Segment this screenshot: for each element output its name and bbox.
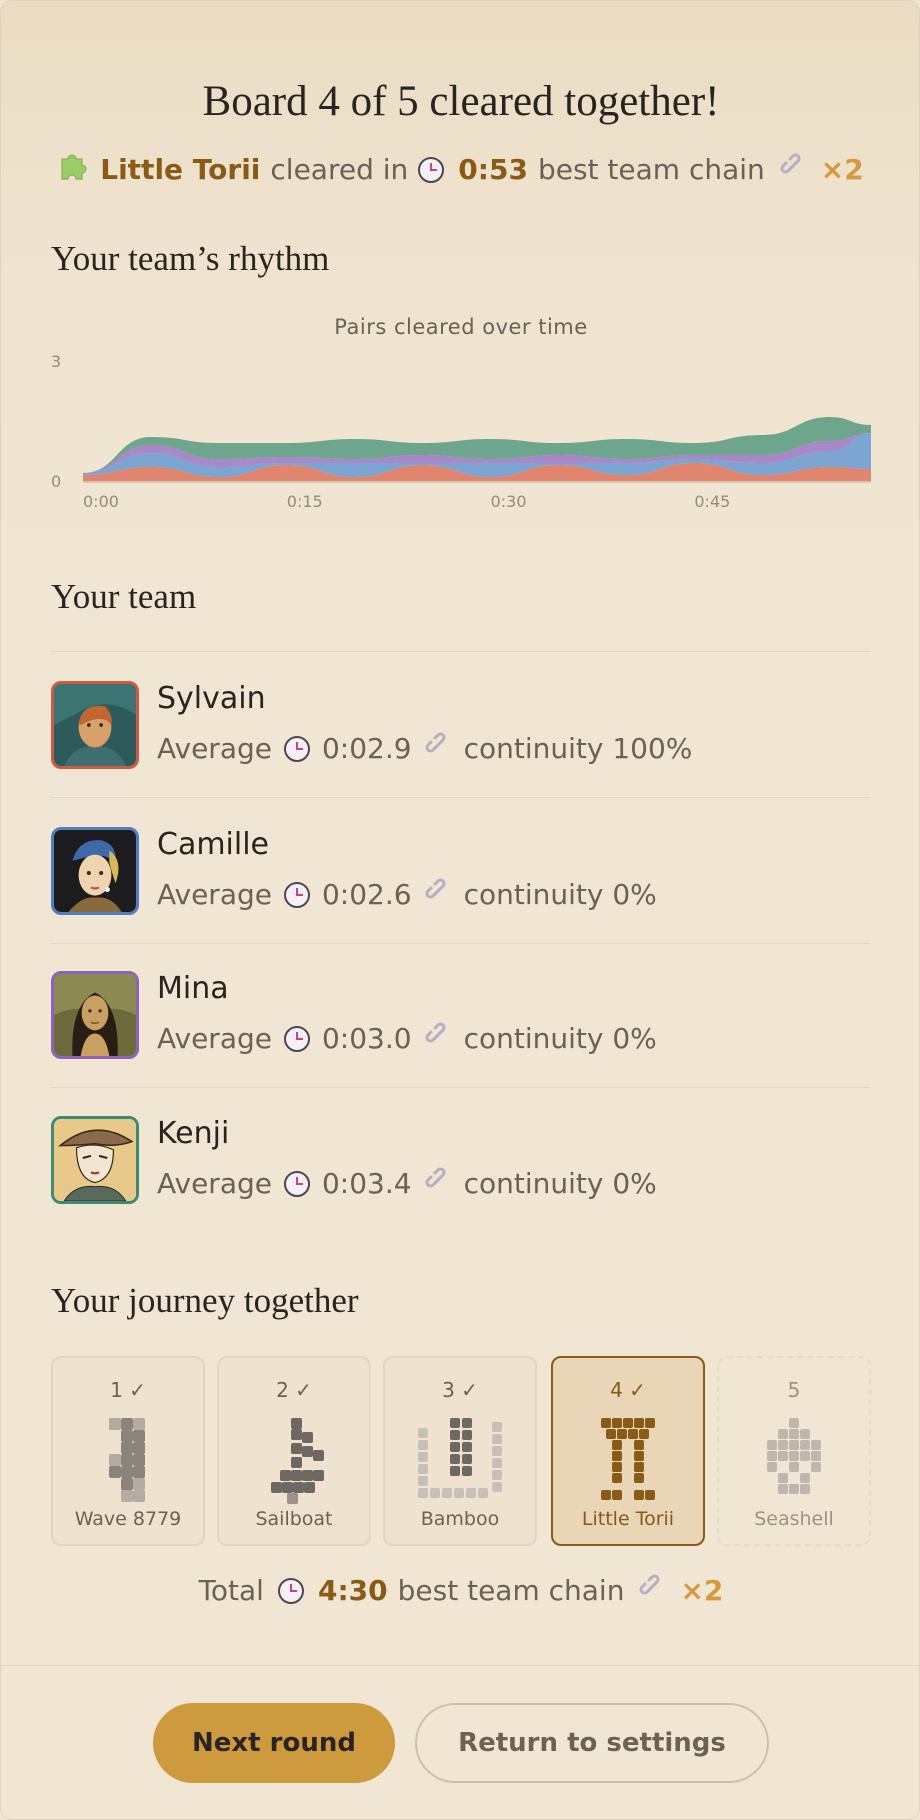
member-name: Mina	[157, 971, 229, 1006]
x-tick-label: 0:15	[287, 492, 323, 511]
clock-icon	[418, 156, 445, 183]
clock-icon	[283, 881, 310, 908]
link-icon	[638, 1573, 666, 1608]
board-number: 1 ✓	[110, 1378, 146, 1402]
rhythm-heading: Your team’s rhythm	[51, 239, 330, 278]
member-average: 0:03.4	[321, 1167, 412, 1200]
results-card: Board 4 of 5 cleared together! Little To…	[0, 0, 920, 1820]
board-name: Seashell	[754, 1508, 834, 1530]
average-label: Average	[157, 732, 272, 765]
board-name: Bamboo	[420, 1508, 500, 1530]
link-icon	[424, 1021, 452, 1056]
chain-label: best team chain	[537, 153, 765, 186]
team-heading: Your team	[51, 577, 197, 616]
bamboo-board-icon	[418, 1418, 502, 1498]
team-member-sylvain: Sylvain Average 0:02.9 continuity 100%	[51, 681, 871, 781]
total-time: 4:30	[317, 1574, 388, 1607]
divider	[51, 943, 871, 944]
total-label: Total	[198, 1574, 264, 1607]
member-name: Sylvain	[157, 681, 266, 716]
journey-boards: 1 ✓ Wave 8779 2 ✓ Sailboat 3 ✓ Bamboo 4 …	[51, 1356, 871, 1546]
member-continuity: continuity 0%	[463, 1022, 657, 1055]
link-icon	[424, 731, 452, 766]
board-name: Wave 8779	[74, 1508, 182, 1530]
clock-icon	[283, 735, 310, 762]
member-stats: Average 0:02.6 continuity 0%	[157, 877, 657, 912]
sailboat-board-icon	[271, 1418, 324, 1504]
total-chain-multiplier: ×2	[680, 1574, 724, 1607]
avatar	[51, 1116, 139, 1204]
divider	[51, 1087, 871, 1088]
journey-total: Total 4:30 best team chain ×2	[1, 1573, 920, 1608]
member-stats: Average 0:03.4 continuity 0%	[157, 1166, 657, 1201]
page-title: Board 4 of 5 cleared together!	[202, 78, 720, 125]
team-member-mina: Mina Average 0:03.0 continuity 0%	[51, 971, 871, 1071]
avatar	[51, 681, 139, 769]
board-number: 4 ✓	[610, 1378, 646, 1402]
avatar	[51, 971, 139, 1059]
member-stats: Average 0:03.0 continuity 0%	[157, 1021, 657, 1056]
clock-icon	[277, 1577, 304, 1604]
clear-time: 0:53	[458, 153, 528, 186]
board-tile-5[interactable]: 5 Seashell	[717, 1356, 871, 1546]
board-number: 5	[787, 1378, 801, 1402]
link-icon	[424, 1166, 452, 1201]
total-chain-label: best team chain	[397, 1574, 625, 1607]
team-member-camille: Camille Average 0:02.6 continuity 0%	[51, 827, 871, 927]
y-tick-label: 0	[51, 472, 61, 491]
chain-multiplier: ×2	[820, 153, 864, 186]
y-tick-label: 3	[51, 352, 61, 371]
board-tile-4[interactable]: 4 ✓ Little Torii	[551, 1356, 705, 1546]
seashell-board-icon	[767, 1418, 821, 1494]
average-label: Average	[157, 1022, 272, 1055]
clock-icon	[283, 1025, 310, 1052]
member-average: 0:02.9	[321, 732, 412, 765]
average-label: Average	[157, 878, 272, 911]
member-name: Kenji	[157, 1116, 230, 1151]
member-continuity: continuity 0%	[463, 1167, 657, 1200]
board-tile-3[interactable]: 3 ✓ Bamboo	[383, 1356, 537, 1546]
round-summary: Little Torii cleared in 0:53 best team c…	[1, 151, 920, 188]
journey-heading: Your journey together	[51, 1281, 359, 1320]
board-name: Sailboat	[255, 1508, 333, 1530]
board-tile-1[interactable]: 1 ✓ Wave 8779	[51, 1356, 205, 1546]
clock-icon	[283, 1170, 310, 1197]
member-average: 0:02.6	[321, 878, 412, 911]
board-tile-2[interactable]: 2 ✓ Sailboat	[217, 1356, 371, 1546]
board-name: Little Torii	[100, 153, 261, 186]
board-number: 3 ✓	[442, 1378, 478, 1402]
chart-title: Pairs cleared over time	[334, 315, 588, 339]
divider	[51, 651, 871, 652]
divider	[51, 797, 871, 798]
average-label: Average	[157, 1167, 272, 1200]
member-continuity: continuity 0%	[463, 878, 657, 911]
member-stats: Average 0:02.9 continuity 100%	[157, 731, 692, 766]
rhythm-chart: Pairs cleared over time 0 3 0:00 0:15 0:30 0:…	[41, 301, 881, 521]
avatar	[51, 827, 139, 915]
board-number: 2 ✓	[276, 1378, 312, 1402]
cleared-in-label: cleared in	[270, 153, 409, 186]
member-continuity: continuity 100%	[463, 732, 693, 765]
member-name: Camille	[157, 827, 270, 862]
wave-board-icon	[109, 1418, 145, 1502]
puzzle-piece-icon	[58, 151, 88, 188]
link-icon	[424, 877, 452, 912]
footer-divider	[1, 1665, 920, 1666]
link-icon	[779, 152, 807, 187]
next-round-button[interactable]: Next round	[153, 1703, 395, 1783]
team-member-kenji: Kenji Average 0:03.4 continuity 0%	[51, 1116, 871, 1216]
board-name: Little Torii	[581, 1508, 675, 1530]
x-tick-label: 0:45	[694, 492, 730, 511]
torii-board-icon	[601, 1418, 655, 1500]
member-average: 0:03.0	[321, 1022, 412, 1055]
x-tick-label: 0:30	[491, 492, 527, 511]
x-tick-label: 0:00	[83, 492, 119, 511]
return-to-settings-button[interactable]: Return to settings	[415, 1703, 769, 1783]
